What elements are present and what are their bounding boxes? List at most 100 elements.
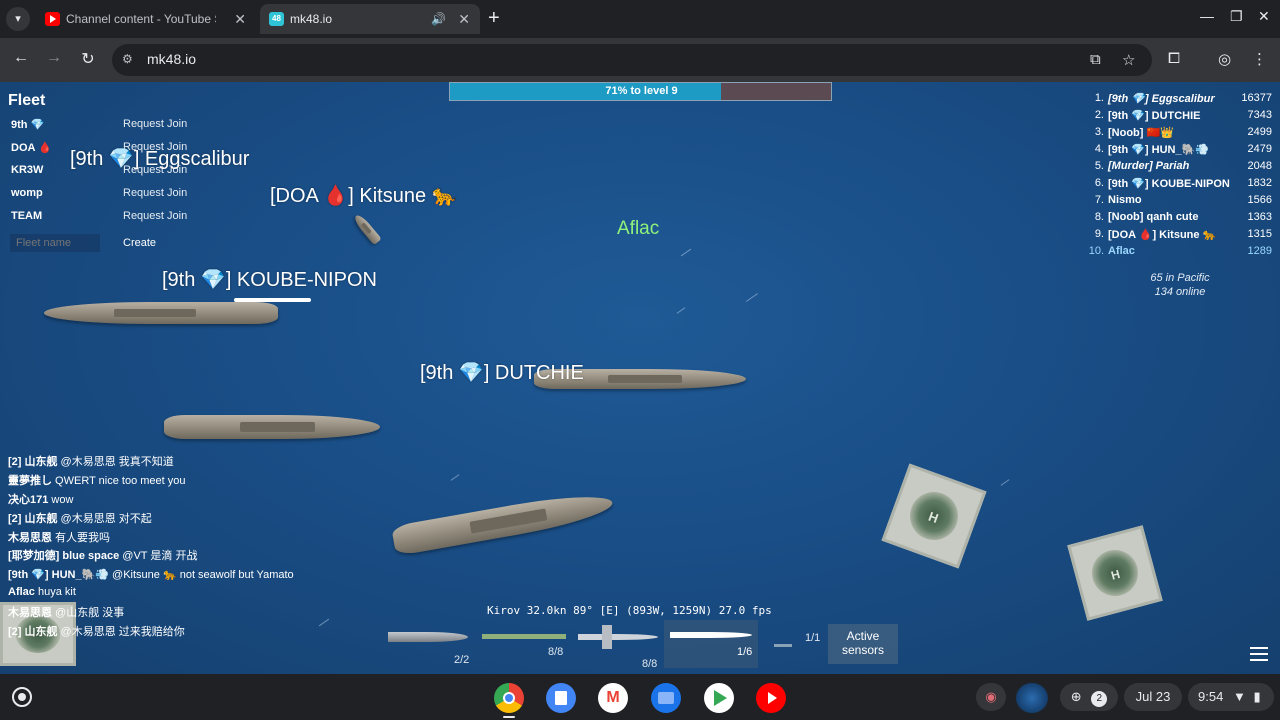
tab-mk48[interactable]: 48 mk48.io 🔊 ✕	[260, 4, 480, 34]
chat-message: @木易思恩 我真不知道	[57, 456, 174, 468]
chat-message: @VT 是滴 开战	[119, 550, 198, 562]
chat-line: 木易思恩 @山东舰 没事	[8, 604, 124, 620]
fleet-title: Fleet	[8, 92, 46, 109]
chat-user[interactable]: 木易思恩	[8, 607, 52, 619]
new-tab-button[interactable]: +	[488, 8, 500, 28]
chat-user[interactable]: 木易思恩	[8, 532, 52, 544]
ship-koube-nipon[interactable]	[44, 302, 278, 324]
health-bar	[234, 298, 311, 302]
docs-icon[interactable]	[546, 683, 576, 713]
weapon-count: 8/8	[548, 646, 564, 658]
site-info-icon[interactable]: ⚙	[122, 52, 133, 66]
weapon-slot-torpedo[interactable]: 2/2	[384, 620, 474, 668]
files-icon[interactable]	[651, 683, 681, 713]
bookmark-star-icon[interactable]: ☆	[1122, 51, 1135, 69]
cruise-missile-icon	[578, 634, 658, 640]
screen-record-icon[interactable]: ◉	[976, 683, 1006, 711]
missile-fin-icon	[602, 625, 612, 649]
lb-score: 2479	[1247, 143, 1272, 155]
chat-user[interactable]: [2] 山东舰	[8, 513, 58, 525]
weapon-slot-sam-selected[interactable]: 1/6	[664, 620, 758, 668]
chat-user[interactable]: 靈夢推し	[8, 475, 52, 487]
leaderboard-row: 9. [DOA 🩸] Kitsune 🐆 1315	[1086, 228, 1272, 245]
docs-lines	[555, 691, 567, 705]
address-bar[interactable]: ⚙ mk48.io ⧉ ☆	[112, 44, 1152, 76]
leaderboard-row: 1. [9th 💎] Eggscalibur 16377	[1086, 92, 1272, 109]
chat-user[interactable]: [2] 山东舰	[8, 626, 58, 638]
ship-kirov-player[interactable]	[164, 415, 380, 439]
weapon-count: 1/6	[737, 646, 753, 658]
url-text[interactable]: mk48.io	[147, 51, 196, 67]
level-progress-label: 71% to level 9	[605, 85, 678, 97]
gmail-icon[interactable]: M	[598, 683, 628, 713]
leaderboard-row: 4. [9th 💎] HUN_🐘💨 2479	[1086, 143, 1272, 160]
status-tray[interactable]: 9:54 ▼ ▮	[1188, 683, 1274, 711]
date-tray[interactable]: Jul 23	[1124, 683, 1182, 711]
yt-play	[768, 692, 777, 704]
request-join-button[interactable]: Request Join	[123, 187, 187, 199]
leaderboard-row: 7. Nismo 1566	[1086, 194, 1272, 211]
close-window-icon[interactable]: ✕	[1258, 8, 1270, 25]
chat-message: @Kitsune 🐆 not seawolf but Yamato	[108, 569, 294, 581]
chrome-icon[interactable]	[494, 683, 524, 713]
restore-icon[interactable]: ❐	[1230, 8, 1243, 25]
fleet-row: 9th 💎 Request Join	[11, 118, 211, 136]
fleet-name-input[interactable]	[10, 234, 100, 252]
fleet-name: womp	[11, 187, 43, 199]
tab-search-button[interactable]: ▾	[6, 7, 30, 31]
back-icon[interactable]: ←	[10, 49, 32, 67]
notification-icon: ⊕	[1070, 689, 1082, 704]
game-canvas[interactable]: 71% to level 9 Fleet 9th 💎 Request Join …	[0, 82, 1280, 674]
chat-line: 决心171 wow	[8, 491, 73, 507]
tab-title: mk48.io	[290, 12, 333, 26]
extensions-icon[interactable]: ⧠	[1168, 50, 1180, 67]
weapon-slot-decoy[interactable]: 1/1	[770, 620, 826, 668]
play-triangle	[714, 690, 727, 706]
lb-name: [DOA 🩸] Kitsune 🐆	[1108, 229, 1217, 241]
leaderboard-row: 2. [9th 💎] DUTCHIE 7343	[1086, 109, 1272, 126]
helipad-circle: H	[902, 484, 966, 548]
ship-battleship[interactable]	[391, 487, 615, 557]
sync-icon[interactable]: ◎	[1218, 50, 1231, 68]
lb-score: 7343	[1247, 109, 1272, 121]
hamburger-menu-icon[interactable]	[1250, 647, 1268, 661]
chat-user[interactable]: [9th 💎] HUN_🐘💨	[8, 569, 109, 581]
notifications-tray[interactable]: ⊕ 2	[1060, 683, 1118, 711]
speaker-icon[interactable]: 🔊	[431, 4, 446, 34]
close-icon[interactable]: ✕	[234, 4, 246, 34]
chat-user[interactable]: Aflac	[8, 586, 35, 598]
fleet-name: KR3W	[11, 164, 44, 176]
chat-message: @木易思恩 对不起	[57, 513, 152, 525]
lb-name: [9th 💎] DUTCHIE	[1108, 110, 1201, 122]
browser-toolbar: ← → ↻ ⚙ mk48.io ⧉ ☆ ⧠ ◎ ⋮	[0, 38, 1280, 82]
chat-user[interactable]: [2] 山东舰	[8, 456, 58, 468]
ship-kitsune[interactable]	[352, 212, 382, 246]
tab-youtube-studio[interactable]: Channel content - YouTube Studio ✕	[36, 4, 256, 34]
forward-icon[interactable]: →	[43, 49, 65, 67]
more-menu-icon[interactable]: ⋮	[1252, 50, 1267, 68]
install-app-icon[interactable]: ⧉	[1090, 51, 1101, 68]
request-join-button[interactable]: Request Join	[123, 210, 187, 222]
close-icon[interactable]: ✕	[458, 4, 470, 34]
chat-line: [2] 山东舰 @木易思恩 过来我赔给你	[8, 623, 185, 639]
active-sensors-button[interactable]: Active sensors	[828, 624, 898, 664]
create-fleet-button[interactable]: Create	[123, 237, 156, 249]
reload-icon[interactable]: ↻	[77, 49, 99, 69]
weapon-count: 2/2	[454, 654, 470, 666]
wifi-icon: ▼	[1232, 689, 1246, 704]
weapon-slot-missile[interactable]: 8/8	[480, 620, 572, 668]
launcher-icon[interactable]	[12, 687, 32, 707]
chat-user[interactable]: 决心171	[8, 494, 48, 506]
minimize-icon[interactable]: —	[1200, 8, 1214, 24]
weapon-slot-cruise-missile[interactable]: 8/8	[576, 620, 660, 670]
phone-hub-avatar[interactable]	[1016, 683, 1048, 713]
fleet-name: DOA 🩸	[11, 142, 52, 154]
self-label: Aflac	[617, 218, 660, 239]
lb-score: 16377	[1241, 92, 1272, 104]
request-join-button[interactable]: Request Join	[123, 118, 187, 130]
lb-rank: 7.	[1094, 194, 1104, 206]
chat-user[interactable]: [耶梦加德] blue space	[8, 550, 119, 562]
youtube-icon[interactable]	[756, 683, 786, 713]
play-store-icon[interactable]	[704, 683, 734, 713]
online-count: 134 online	[1154, 286, 1206, 298]
